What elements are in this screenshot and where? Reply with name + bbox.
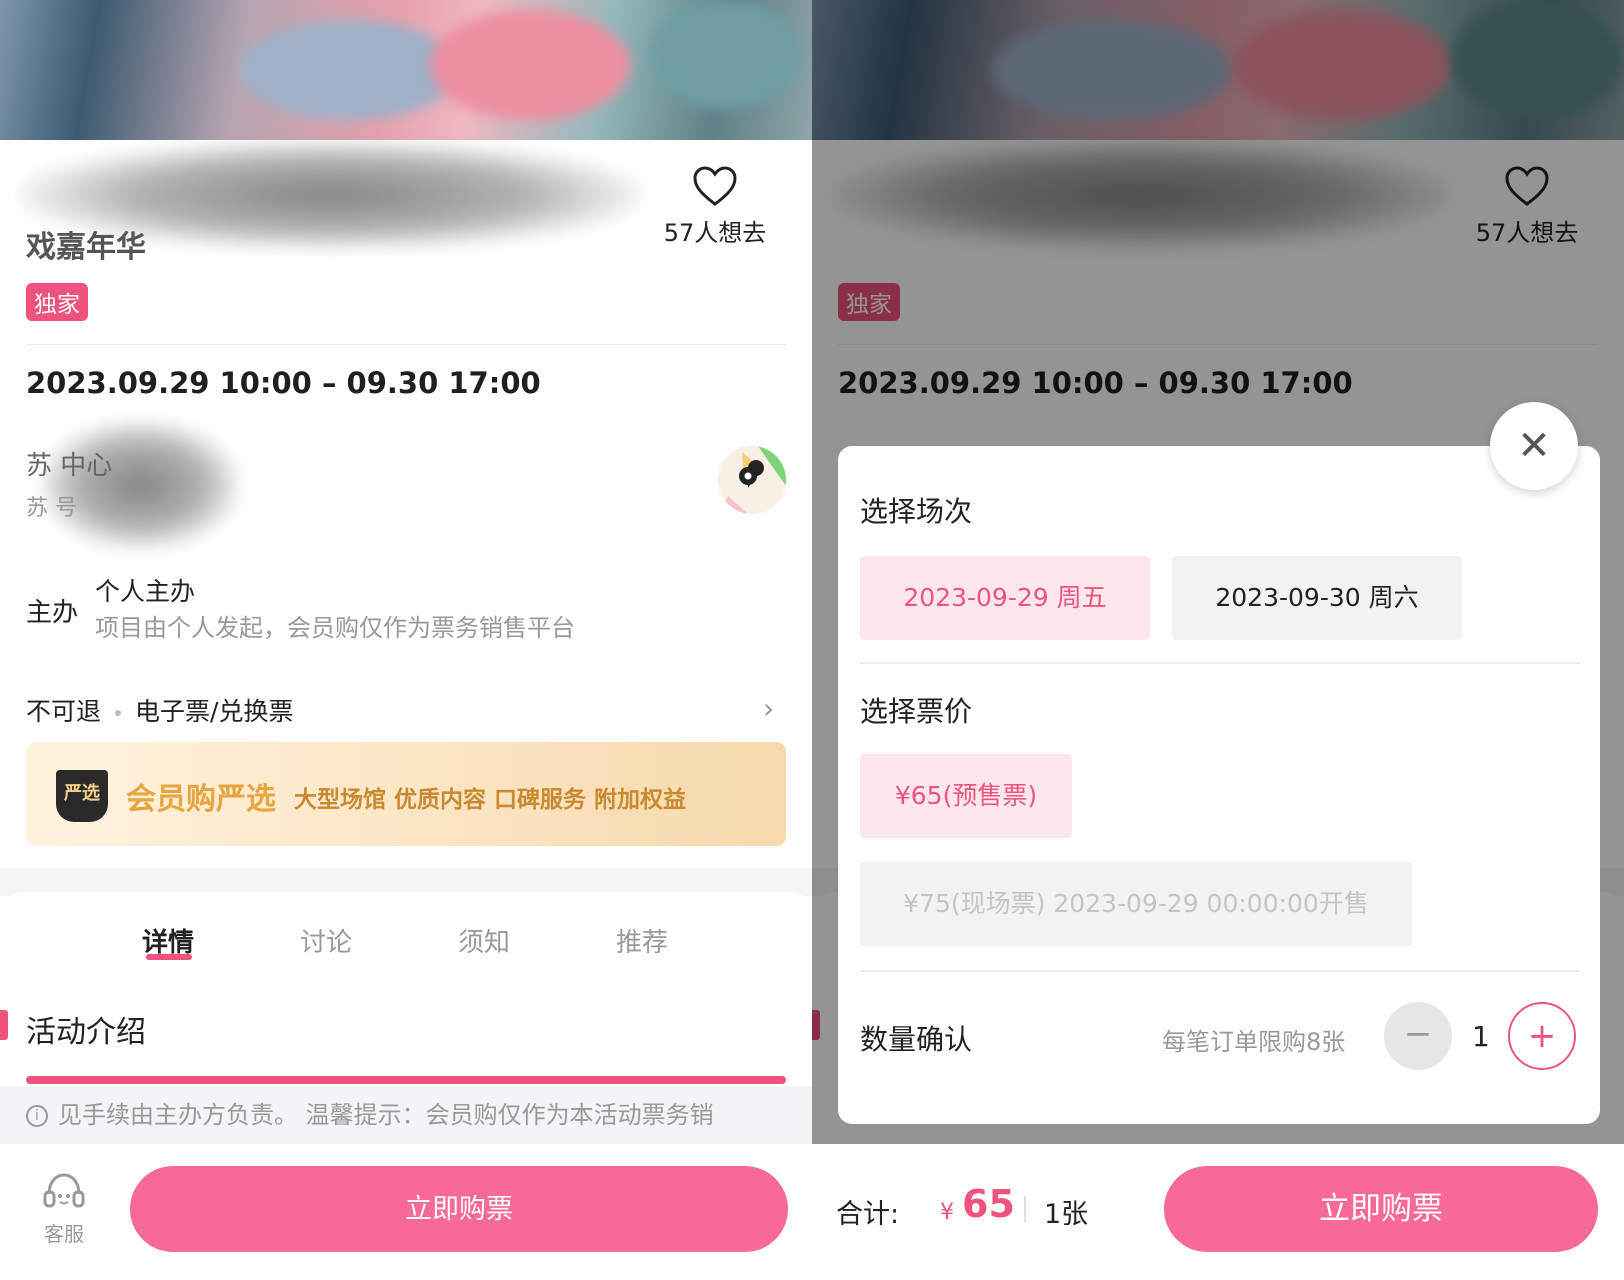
price-heading: 选择票价 — [860, 695, 973, 728]
section-marker — [0, 1010, 8, 1040]
organizer-name: 个人主办 — [95, 577, 196, 606]
active-tab-indicator — [146, 954, 192, 960]
notice-text: 见手续由主办方负责。 温馨提示：会员购仅作为本活动票务销 — [58, 1101, 714, 1129]
event-banner-image — [0, 0, 812, 140]
tab-notice[interactable]: 须知 — [458, 922, 510, 959]
venue-address[interactable]: 苏 号 — [26, 490, 77, 522]
session-heading: 选择场次 — [860, 495, 973, 528]
separator-dot — [115, 710, 122, 716]
tab-discussion[interactable]: 讨论 — [300, 922, 352, 959]
map-pin-icon[interactable] — [718, 446, 786, 514]
quantity-heading: 数量确认 — [860, 1023, 973, 1056]
yanxuan-badge-icon: 严选 — [56, 770, 108, 822]
organizer-description: 项目由个人发起，会员购仅作为票务销售平台 — [95, 614, 575, 642]
session-option-0930[interactable]: 2023-09-30 周六 — [1172, 556, 1462, 640]
refund-policy: 不可退 — [26, 697, 102, 726]
venue-name[interactable]: 苏 中心 — [26, 445, 112, 482]
price-option-onsite: ¥75(现场票) 2023-09-29 00:00:00开售 — [860, 862, 1412, 946]
increment-button[interactable]: + — [1508, 1002, 1576, 1070]
separator — [1024, 1196, 1026, 1222]
purchase-limit: 每笔订单限购8张 — [1162, 1028, 1346, 1056]
notice-marquee: i 见手续由主办方负责。 温馨提示：会员购仅作为本活动票务销 — [0, 1086, 812, 1144]
customer-service-button[interactable]: 客服 — [36, 1170, 92, 1247]
ticket-policy-row[interactable]: 不可退 电子票/兑换票 — [26, 692, 293, 728]
organizer-label: 主办 — [26, 598, 79, 628]
intro-image-edge — [26, 1076, 786, 1084]
yanxuan-banner[interactable]: 严选 会员购严选 大型场馆 优质内容 口碑服务 附加权益 — [26, 742, 786, 846]
confirm-buy-button[interactable]: 立即购票 — [1164, 1166, 1598, 1252]
section-title: 活动介绍 — [26, 1015, 146, 1050]
chevron-right-icon[interactable]: › — [763, 692, 774, 725]
divider — [26, 344, 786, 345]
price-option-presale[interactable]: ¥65(预售票) — [860, 754, 1072, 838]
divider — [860, 970, 1580, 972]
yanxuan-tags: 大型场馆 优质内容 口碑服务 附加权益 — [294, 787, 687, 813]
divider — [860, 662, 1580, 664]
event-datetime: 2023.09.29 10:00 – 09.30 17:00 — [26, 366, 541, 400]
service-label: 客服 — [44, 1222, 84, 1246]
event-title: 戏嘉年华 — [26, 230, 146, 265]
buy-ticket-button[interactable]: 立即购票 — [130, 1166, 788, 1252]
ticket-type: 电子票/兑换票 — [135, 697, 294, 726]
total-currency: ¥ — [940, 1200, 954, 1225]
decrement-button[interactable]: − — [1384, 1002, 1452, 1070]
session-option-0929[interactable]: 2023-09-29 周五 — [860, 556, 1150, 640]
info-icon: i — [26, 1105, 48, 1127]
exclusive-tag: 独家 — [26, 283, 88, 321]
quantity-value: 1 — [1472, 1020, 1490, 1053]
yanxuan-title: 会员购严选 — [126, 782, 276, 817]
total-label: 合计: — [836, 1199, 900, 1230]
heart-icon — [693, 166, 737, 206]
redacted-area — [40, 420, 240, 550]
close-icon[interactable]: ✕ — [1490, 402, 1578, 490]
favorite-button[interactable]: 57人想去 — [660, 165, 770, 248]
favorite-count: 57人想去 — [663, 219, 767, 247]
total-amount: 65 — [962, 1182, 1015, 1226]
headset-icon — [43, 1173, 85, 1208]
tab-recommend[interactable]: 推荐 — [616, 922, 668, 959]
event-detail-screen: 戏嘉年华 57人想去 独家 2023.09.29 10:00 – 09.30 1… — [0, 0, 812, 1280]
total-count: 1张 — [1044, 1199, 1089, 1230]
